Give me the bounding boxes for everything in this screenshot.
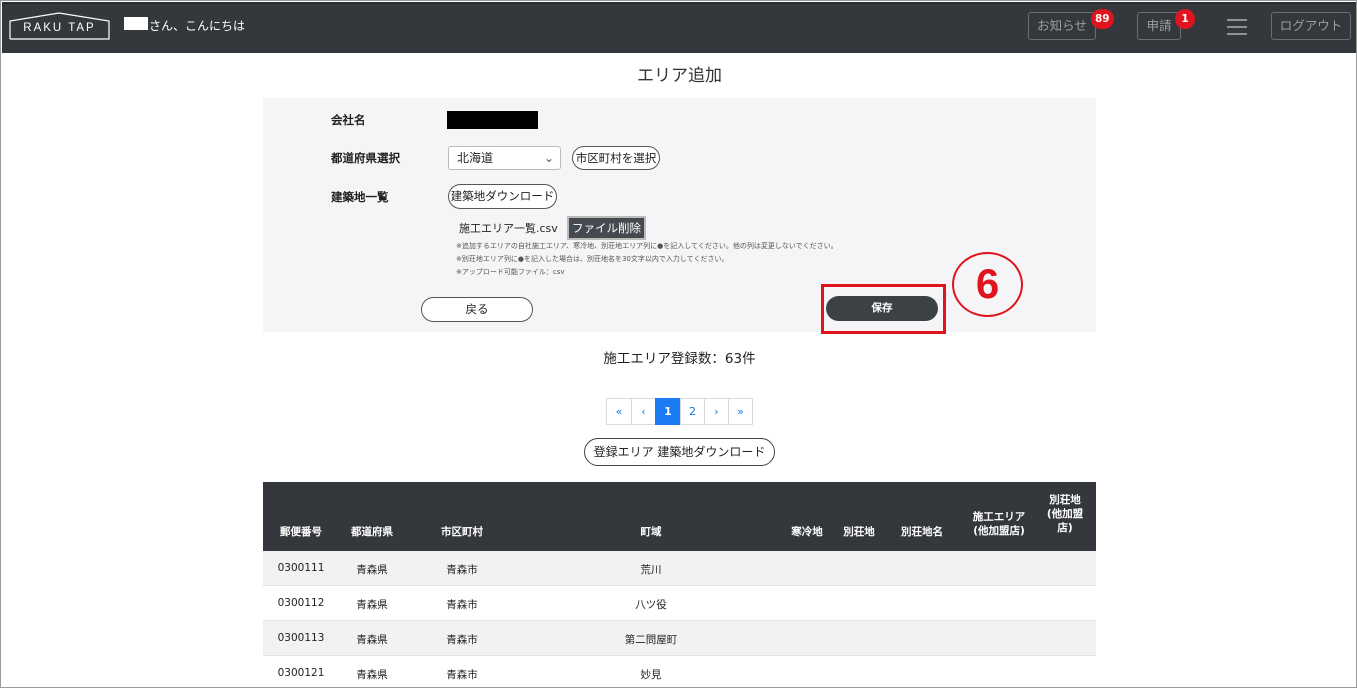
cell-town: 八ツ役 — [635, 599, 667, 611]
cell-prefecture: 青森県 — [356, 564, 388, 576]
cell-zip: 0300121 — [277, 667, 325, 679]
cell-zip: 0300112 — [277, 597, 325, 609]
apply-button-label: 申請 — [1146, 18, 1172, 33]
table-row: 0300113 青森県 青森市 第二問屋町 — [263, 621, 1096, 656]
page-title: エリア追加 — [637, 66, 722, 86]
cell-town: 荒川 — [640, 564, 662, 576]
cell-city: 青森市 — [446, 564, 478, 576]
col-area-other-line1: 施工エリア — [972, 511, 1026, 523]
back-button[interactable]: 戻る — [421, 297, 533, 322]
col-villa-name: 別荘地名 — [901, 526, 943, 538]
news-count-badge: 89 — [1091, 9, 1114, 29]
col-city: 市区町村 — [441, 526, 483, 538]
col-villa-other-line1: 別荘地 — [1049, 494, 1081, 506]
table-header: 郵便番号 都道府県 市区町村 町域 寒冷地 別荘地 別荘地名 施工エリア (他加… — [263, 482, 1096, 551]
pagination-last[interactable]: » — [728, 398, 753, 425]
top-header: RAKU TAP さん、こんにちは お知らせ 89 申請 1 ログアウト — [2, 2, 1356, 53]
cell-town: 妙見 — [640, 669, 662, 681]
delete-file-button[interactable]: ファイル削除 — [567, 216, 646, 240]
pagination-page-2[interactable]: 2 — [680, 398, 705, 425]
pagination: « ‹ 1 2 › » — [606, 398, 753, 425]
registered-count: 施工エリア登録数：63件 — [603, 351, 756, 367]
note-1: ※追加するエリアの自社施工エリア、寒冷地、別荘地エリア列に●を記入してください。… — [456, 242, 838, 250]
cell-city: 青森市 — [446, 599, 478, 611]
pagination-prev[interactable]: ‹ — [631, 398, 656, 425]
col-area-other-line2: (他加盟店) — [973, 525, 1025, 537]
col-area-other: 施工エリア (他加盟店) — [964, 510, 1034, 538]
company-label: 会社名 — [331, 113, 366, 127]
cell-prefecture: 青森県 — [356, 669, 388, 681]
col-villa-other-line2: (他加盟 — [1046, 508, 1084, 520]
col-town: 町域 — [640, 526, 662, 538]
app-frame: RAKU TAP さん、こんにちは お知らせ 89 申請 1 ログアウト エリア… — [0, 0, 1357, 688]
prefecture-select-value: 北海道 — [457, 151, 494, 165]
logout-button-label: ログアウト — [1279, 18, 1343, 33]
pagination-next[interactable]: › — [704, 398, 729, 425]
col-villa-other-line3: 店) — [1057, 522, 1073, 534]
redacted-company-name — [447, 111, 538, 129]
greeting-text: さん、こんにちは — [149, 19, 246, 33]
table-row: 0300121 青森県 青森市 妙見 — [263, 656, 1096, 687]
col-villa-other: 別荘地 (他加盟 店) — [1039, 493, 1091, 535]
uploaded-file-name: 施工エリア一覧.csv — [459, 222, 558, 235]
cell-city: 青森市 — [446, 669, 478, 681]
apply-count-badge: 1 — [1175, 9, 1195, 29]
cell-zip: 0300111 — [277, 562, 325, 574]
select-city-button[interactable]: 市区町村を選択 — [572, 146, 660, 170]
note-2: ※別荘地エリア列に●を記入した場合は、別荘地名を30文字以内で入力してください。 — [456, 255, 729, 263]
logout-button[interactable]: ログアウト — [1271, 12, 1351, 40]
raku-tap-logo[interactable]: RAKU TAP — [9, 12, 110, 40]
pagination-first[interactable]: « — [606, 398, 632, 425]
area-table: 郵便番号 都道府県 市区町村 町域 寒冷地 別荘地 別荘地名 施工エリア (他加… — [263, 482, 1096, 687]
cell-prefecture: 青森県 — [356, 599, 388, 611]
col-cold: 寒冷地 — [791, 526, 823, 538]
prefecture-label: 都道府県選択 — [331, 151, 400, 165]
download-registered-button[interactable]: 登録エリア 建築地ダウンロード — [584, 438, 775, 466]
hamburger-menu-icon[interactable] — [1227, 19, 1247, 35]
prefecture-select[interactable]: 北海道 ⌄ — [448, 146, 561, 170]
save-highlight-box — [821, 284, 946, 334]
logo-text: RAKU TAP — [23, 22, 96, 34]
cell-city: 青森市 — [446, 634, 478, 646]
redacted-username — [124, 17, 148, 30]
site-list-label: 建築地一覧 — [331, 190, 389, 204]
chevron-down-icon: ⌄ — [543, 151, 554, 165]
col-prefecture: 都道府県 — [351, 526, 393, 538]
table-row: 0300112 青森県 青森市 八ツ役 — [263, 586, 1096, 621]
col-zip: 郵便番号 — [280, 526, 322, 538]
news-button-label: お知らせ — [1037, 18, 1087, 33]
cell-zip: 0300113 — [277, 632, 325, 644]
pagination-page-1[interactable]: 1 — [655, 398, 681, 425]
cell-town: 第二問屋町 — [624, 634, 678, 646]
col-villa: 別荘地 — [843, 526, 875, 538]
note-3: ※アップロード可能ファイル：csv — [456, 268, 565, 276]
table-row: 0300111 青森県 青森市 荒川 — [263, 551, 1096, 586]
step-number-badge: 6 — [952, 252, 1023, 317]
site-download-button[interactable]: 建築地ダウンロード — [448, 184, 557, 209]
cell-prefecture: 青森県 — [356, 634, 388, 646]
news-button[interactable]: お知らせ — [1028, 12, 1096, 40]
